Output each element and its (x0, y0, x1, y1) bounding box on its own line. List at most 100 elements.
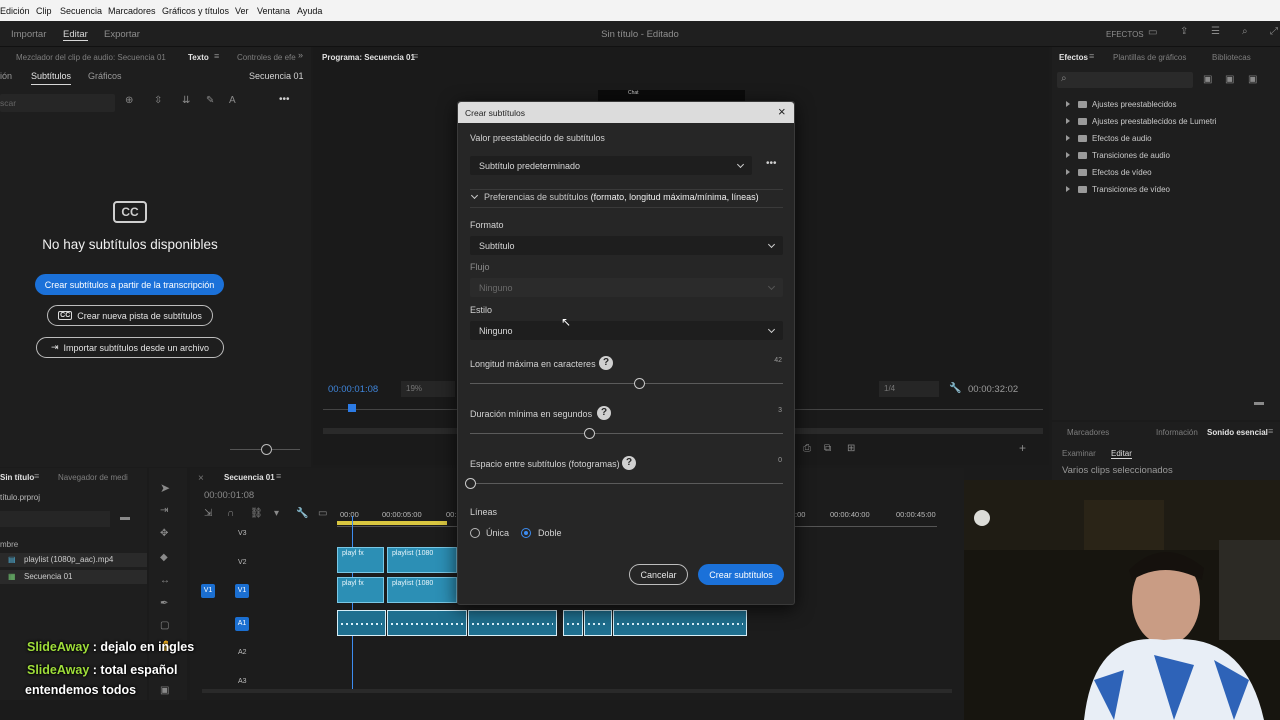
multicam-icon[interactable]: ⊞ (847, 443, 855, 454)
video-clip-v1[interactable]: playlist (1080 (387, 577, 457, 603)
timeline-menu-icon[interactable]: ≡ (276, 471, 281, 481)
tab-editar-sound[interactable]: Editar (1111, 449, 1132, 459)
menu-graficos[interactable]: Gráficos y títulos (162, 6, 229, 16)
max-length-knob[interactable] (634, 378, 646, 389)
accelerated-icon[interactable]: ▣ (1203, 74, 1212, 85)
more-options-icon[interactable]: ••• (766, 158, 777, 169)
compare-icon[interactable]: ⧉ (824, 443, 831, 454)
menu-icon[interactable]: ☰ (1211, 26, 1220, 37)
list-item[interactable]: ▦ Secuencia 01 (0, 570, 147, 584)
tab-project[interactable]: Sin título (0, 473, 34, 482)
tree-item-audio-effects[interactable]: Efectos de audio (1066, 134, 1152, 143)
selection-tool-icon[interactable]: ➤ (160, 481, 170, 495)
tab-importar[interactable]: Importar (11, 29, 46, 40)
timeline-scrollbar[interactable] (202, 689, 952, 693)
tree-item-lumetri[interactable]: Ajustes preestablecidos de Lumetri (1066, 117, 1217, 126)
cancel-button[interactable]: Cancelar (629, 564, 688, 585)
menu-marcadores[interactable]: Marcadores (108, 6, 156, 16)
tab-examinar[interactable]: Examinar (1062, 449, 1096, 458)
expand-icon[interactable]: ⤢ (1270, 26, 1278, 37)
new-caption-track-button[interactable]: CC Crear nueva pista de subtítulos (47, 305, 213, 326)
pen-icon[interactable]: ✒ (160, 598, 168, 609)
nest-icon[interactable]: ⇲ (204, 508, 212, 519)
tree-item-video-effects[interactable]: Efectos de vídeo (1066, 168, 1152, 177)
gap-slider[interactable] (470, 483, 783, 484)
gap-knob[interactable] (465, 478, 476, 489)
tab-texto[interactable]: Texto (188, 53, 209, 62)
overflow-icon[interactable]: » (298, 50, 303, 60)
menu-clip[interactable]: Clip (36, 6, 52, 16)
tab-effect-controls[interactable]: Controles de efe (237, 53, 296, 62)
tab-plantillas[interactable]: Plantillas de gráficos (1113, 53, 1186, 62)
rectangle-icon[interactable]: ▢ (160, 620, 169, 631)
menu-edicion[interactable]: Edición (0, 6, 30, 16)
track-select-icon[interactable]: ⇥ (160, 505, 168, 516)
tree-item-video-transitions[interactable]: Transiciones de vídeo (1066, 185, 1170, 194)
tab-bibliotecas[interactable]: Bibliotecas (1212, 53, 1251, 62)
tab-audio-mixer[interactable]: Mezclador del clip de audio: Secuencia 0… (16, 53, 166, 62)
linked-icon[interactable]: ⛓ (250, 508, 263, 519)
zoom-select[interactable]: 19% (401, 381, 455, 397)
tab-graficos[interactable]: Gráficos (88, 71, 122, 81)
audio-clip[interactable] (563, 610, 583, 636)
new-bin-icon[interactable]: ▬ (1254, 397, 1264, 408)
list-item[interactable]: ▤ playlist (1080p_aac).mp4 (0, 553, 147, 567)
timeline-playhead[interactable] (352, 516, 353, 690)
stream-dropdown[interactable]: Ninguno (470, 278, 783, 297)
track-a2[interactable]: A2 (238, 649, 247, 656)
audio-clip[interactable] (584, 610, 612, 636)
min-duration-knob[interactable] (583, 428, 595, 439)
source-patch-v1[interactable]: V1 (201, 584, 215, 598)
captions-display-icon[interactable]: ▭ (318, 508, 327, 519)
panel-menu-icon[interactable]: ≡ (214, 51, 219, 61)
marker-icon[interactable]: ▾ (274, 508, 279, 519)
zoom-knob[interactable] (261, 444, 272, 455)
menu-secuencia[interactable]: Secuencia (60, 6, 102, 16)
menu-ver[interactable]: Ver (235, 6, 249, 16)
track-a1[interactable]: A1 (235, 617, 249, 631)
video-clip-v2[interactable]: playlist (1080 (387, 547, 457, 573)
audio-clip[interactable] (387, 610, 467, 636)
add-icon[interactable]: ⊕ (125, 95, 133, 106)
program-menu-icon[interactable]: ≡ (413, 51, 418, 61)
audio-clip[interactable] (337, 610, 386, 636)
tab-exportar[interactable]: Exportar (104, 29, 140, 40)
radio-single[interactable] (470, 528, 480, 538)
razor-icon[interactable]: ◆ (160, 552, 168, 563)
essential-menu-icon[interactable]: ≡ (1268, 426, 1273, 436)
add-button-icon[interactable]: + (1019, 441, 1026, 455)
settings-wrench-icon[interactable]: 🔧 (296, 508, 308, 519)
32bit-icon[interactable]: ▣ (1225, 74, 1234, 85)
timeline-timecode[interactable]: 00:00:01:08 (204, 490, 254, 501)
panel-icon[interactable]: ▭ (1148, 27, 1157, 38)
video-clip-v1[interactable]: playl fx (337, 577, 384, 603)
work-area-bar[interactable] (337, 521, 447, 525)
resolution-select[interactable]: 1/4 (879, 381, 939, 397)
project-search-input[interactable] (0, 511, 110, 527)
effects-menu-icon[interactable]: ≡ (1089, 51, 1094, 61)
audio-clip[interactable] (468, 610, 557, 636)
tab-editar[interactable]: Editar (63, 29, 88, 41)
tab-media-browser[interactable]: Navegador de medi (58, 473, 128, 482)
tab-marcadores[interactable]: Marcadores (1067, 428, 1109, 437)
project-menu-icon[interactable]: ≡ (34, 471, 39, 481)
create-from-transcript-button[interactable]: Crear subtítulos a partir de la transcri… (35, 274, 224, 295)
radio-double[interactable] (521, 528, 531, 538)
style-dropdown[interactable]: Ninguno (470, 321, 783, 340)
playhead-icon[interactable] (348, 404, 356, 412)
close-tab-icon[interactable]: × (198, 473, 204, 484)
video-clip-v2[interactable]: playl fx (337, 547, 384, 573)
ripple-icon[interactable]: ✥ (160, 528, 168, 539)
snap-icon[interactable]: ∩ (227, 508, 234, 519)
pencil-icon[interactable]: ✎ (206, 95, 214, 106)
format-dropdown[interactable]: Subtítulo (470, 236, 783, 255)
translate-icon[interactable]: A (229, 95, 236, 106)
search-icon[interactable]: ⌕ (1242, 26, 1248, 37)
import-captions-button[interactable]: ⇥ Importar subtítulos desde un archivo (36, 337, 224, 358)
menu-ventana[interactable]: Ventana (257, 6, 290, 16)
track-a3[interactable]: A3 (238, 678, 247, 685)
caption-tool-icon[interactable]: ▣ (160, 685, 169, 696)
tree-item-presets[interactable]: Ajustes preestablecidos (1066, 100, 1177, 109)
more-icon[interactable]: ••• (279, 94, 290, 105)
camera-icon[interactable]: ⎙ (803, 443, 811, 454)
